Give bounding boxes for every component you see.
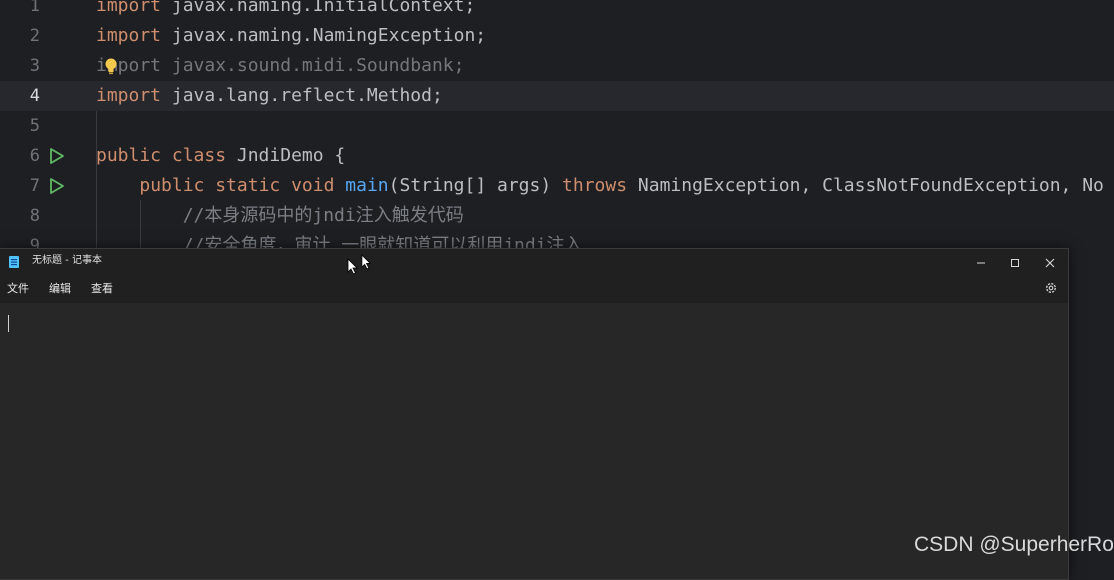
code-text: import java.lang.reflect.Method; — [96, 85, 443, 107]
notepad-window[interactable]: 无标题 - 记事本 文件 编辑 查看 — [0, 248, 1069, 580]
text-caret — [8, 315, 9, 332]
minimize-button[interactable] — [964, 249, 998, 275]
maximize-button[interactable] — [998, 249, 1032, 275]
minimize-icon — [977, 262, 985, 263]
code-line[interactable]: 4 import java.lang.reflect.Method; — [0, 81, 1114, 111]
code-token: public class — [96, 145, 227, 166]
settings-gear-icon[interactable] — [1044, 281, 1058, 295]
code-line[interactable]: 1 import javax.naming.InitialContext; — [0, 0, 1114, 21]
menu-view[interactable]: 查看 — [91, 282, 113, 296]
close-button[interactable] — [1033, 249, 1067, 275]
line-number: 7 — [29, 176, 40, 196]
code-line[interactable]: 6 public class JndiDemo { — [0, 141, 1114, 171]
maximize-icon — [1011, 258, 1019, 267]
menu-bar: 文件 编辑 查看 — [0, 275, 1068, 303]
title-bar[interactable]: 无标题 - 记事本 — [0, 249, 1068, 275]
code-text: import javax.sound.midi.Soundbank; — [96, 55, 464, 77]
code-text: import javax.naming.NamingException; — [96, 25, 486, 47]
code-token: import — [96, 0, 162, 16]
code-token: import javax.sound.midi.Soundbank; — [96, 55, 465, 76]
code-text: public static void main(String[] args) t… — [96, 175, 1104, 197]
line-number: 2 — [29, 26, 40, 46]
code-token: import — [96, 25, 162, 46]
mouse-pointer-icon — [347, 258, 358, 275]
code-line[interactable]: 3 import javax.sound.midi.Soundbank; — [0, 51, 1114, 81]
code-token: public static void — [139, 175, 335, 196]
code-token: throws — [562, 175, 628, 196]
line-number: 4 — [29, 86, 40, 106]
code-line[interactable]: 2 import javax.naming.NamingException; — [0, 21, 1114, 51]
code-line[interactable]: 5 — [0, 111, 1114, 141]
line-number: 1 — [29, 0, 40, 16]
code-text: public class JndiDemo { — [96, 145, 345, 167]
notepad-app-icon — [9, 256, 19, 268]
code-token: JndiDemo { — [226, 145, 346, 166]
window-title: 无标题 - 记事本 — [32, 255, 102, 266]
menu-file[interactable]: 文件 — [7, 282, 29, 296]
code-token: (String[] args) — [388, 175, 563, 196]
menu-edit[interactable]: 编辑 — [49, 282, 71, 296]
code-token: import — [96, 85, 162, 106]
lightbulb-icon[interactable] — [103, 57, 119, 77]
code-token: java.lang.reflect.Method; — [161, 85, 443, 106]
run-icon[interactable] — [48, 147, 66, 165]
code-token: NamingException, ClassNotFoundException,… — [627, 175, 1104, 196]
code-token: main — [345, 175, 389, 196]
line-number: 3 — [29, 56, 40, 76]
text-editing-area[interactable] — [0, 303, 1068, 579]
code-line[interactable]: 8 //本身源码中的jndi注入触发代码 — [0, 201, 1114, 231]
code-token: javax.naming.InitialContext; — [161, 0, 476, 16]
code-text: import javax.naming.InitialContext; — [96, 0, 475, 17]
line-number: 6 — [29, 146, 40, 166]
code-token: javax.naming.NamingException; — [161, 25, 487, 46]
mouse-pointer-icon — [361, 254, 372, 270]
run-icon[interactable] — [48, 177, 66, 195]
line-number: 8 — [29, 206, 40, 226]
code-text: //本身源码中的jndi注入触发代码 — [96, 205, 464, 227]
line-number: 5 — [29, 116, 40, 136]
code-token: //本身源码中的jndi注入触发代码 — [96, 205, 464, 226]
close-icon — [1045, 258, 1055, 267]
watermark: CSDN @SuperherRo — [914, 533, 1114, 556]
code-line[interactable]: 7 public static void main(String[] args)… — [0, 171, 1114, 201]
